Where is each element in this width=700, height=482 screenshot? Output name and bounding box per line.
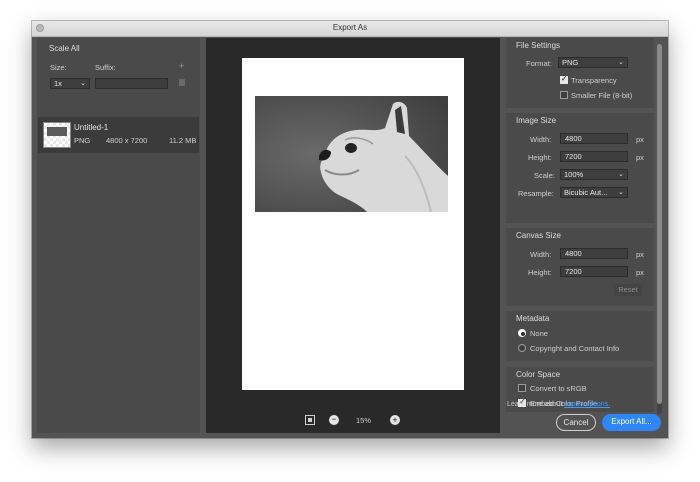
chevron-down-icon: ⌄ (618, 59, 624, 66)
suffix-label: Suffix: (95, 63, 116, 72)
zoom-level: 15% (356, 416, 372, 425)
image-width-input[interactable]: 4800 (560, 133, 628, 144)
canvas-height-label: Height: (528, 268, 552, 277)
metadata-none-radio[interactable] (518, 329, 526, 337)
format-label: Format: (526, 59, 552, 68)
asset-filesize: 11.2 MB (169, 136, 197, 145)
settings-scrollbar[interactable] (657, 44, 662, 414)
image-height-unit: px (636, 153, 644, 162)
format-select-value: PNG (562, 58, 579, 67)
fit-to-screen-icon[interactable] (305, 415, 315, 425)
asset-dimensions: 4800 x 7200 (106, 136, 148, 145)
metadata-copyright-radio[interactable] (518, 344, 526, 352)
chevron-down-icon: ⌄ (618, 189, 624, 196)
canvas-height-unit: px (636, 268, 644, 277)
metadata-section: Metadata None Copyright and Contact Info (506, 311, 654, 361)
scale-select-value: 1x (54, 79, 62, 88)
trash-icon[interactable] (179, 79, 185, 86)
dog-photo (255, 96, 448, 212)
asset-format: PNG (74, 136, 91, 145)
preview-image (255, 96, 448, 212)
reset-button[interactable]: Reset (614, 284, 642, 296)
smaller-file-checkbox[interactable] (560, 91, 568, 99)
size-label: Size: (50, 63, 67, 72)
chevron-down-icon: ⌄ (80, 80, 86, 87)
canvas-size-section: Canvas Size Width: 4800 px Height: 7200 … (506, 228, 654, 306)
metadata-none-label: None (530, 329, 548, 338)
export-all-button[interactable]: Export All... (602, 414, 661, 431)
zoom-out-icon[interactable]: − (329, 415, 339, 425)
export-options-link[interactable]: export options. (564, 401, 610, 408)
scale-all-title: Scale All (49, 44, 80, 53)
scale-label: Scale: (534, 171, 555, 180)
zoom-in-icon[interactable]: + (390, 415, 400, 425)
color-space-title: Color Space (516, 370, 561, 379)
image-width-unit: px (636, 135, 644, 144)
suffix-input[interactable] (95, 78, 168, 89)
metadata-copyright-label: Copyright and Contact Info (530, 344, 620, 353)
title-bar: Export As (32, 21, 668, 37)
resample-select[interactable]: Bicubic Aut... ⌄ (560, 187, 628, 198)
learn-more-text: Learn more about export options. (507, 401, 610, 408)
format-select[interactable]: PNG ⌄ (558, 57, 628, 68)
image-width-label: Width: (530, 135, 552, 144)
convert-srgb-label: Convert to sRGB (530, 384, 587, 393)
transparency-checkbox[interactable] (560, 74, 568, 84)
resample-label: Resample: (518, 189, 554, 198)
image-scale-value: 100% (564, 170, 584, 179)
image-size-title: Image Size (516, 116, 557, 125)
asset-name: Untitled-1 (74, 123, 109, 132)
transparency-label: Transparency (571, 76, 617, 85)
convert-srgb-checkbox[interactable] (518, 384, 526, 392)
file-settings-title: File Settings (516, 41, 561, 50)
settings-panel: File Settings Format: PNG ⌄ Transparency… (506, 38, 663, 433)
asset-thumbnail (43, 122, 71, 148)
canvas-width-input[interactable]: 4800 (560, 248, 628, 259)
chevron-down-icon: ⌄ (618, 171, 624, 178)
scale-panel: Scale All Size: Suffix: + 1x ⌄ Untitled-… (37, 38, 200, 433)
export-as-dialog: Export As Scale All Size: Suffix: + 1x ⌄… (32, 21, 668, 438)
scale-select[interactable]: 1x ⌄ (50, 78, 90, 89)
window-title: Export As (332, 23, 368, 32)
smaller-file-label: Smaller File (8-bit) (571, 91, 633, 100)
canvas-width-unit: px (636, 250, 644, 259)
asset-list-item[interactable]: Untitled-1 PNG 4800 x 7200 11.2 MB (38, 117, 199, 153)
canvas-size-title: Canvas Size (516, 231, 561, 240)
preview-canvas (242, 58, 464, 390)
metadata-title: Metadata (516, 314, 550, 323)
canvas-height-input[interactable]: 7200 (560, 266, 628, 277)
image-size-section: Image Size Width: 4800 px Height: 7200 p… (506, 113, 654, 223)
image-scale-select[interactable]: 100% ⌄ (560, 169, 628, 180)
cancel-button[interactable]: Cancel (556, 414, 596, 431)
learn-more-label: Learn more about (507, 401, 563, 408)
image-height-label: Height: (528, 153, 552, 162)
canvas-width-label: Width: (530, 250, 552, 259)
resample-value: Bicubic Aut... (564, 188, 608, 197)
image-height-input[interactable]: 7200 (560, 151, 628, 162)
file-settings-section: File Settings Format: PNG ⌄ Transparency… (506, 38, 654, 108)
add-scale-icon[interactable]: + (179, 61, 184, 71)
preview-area: − 15% + (206, 38, 500, 433)
